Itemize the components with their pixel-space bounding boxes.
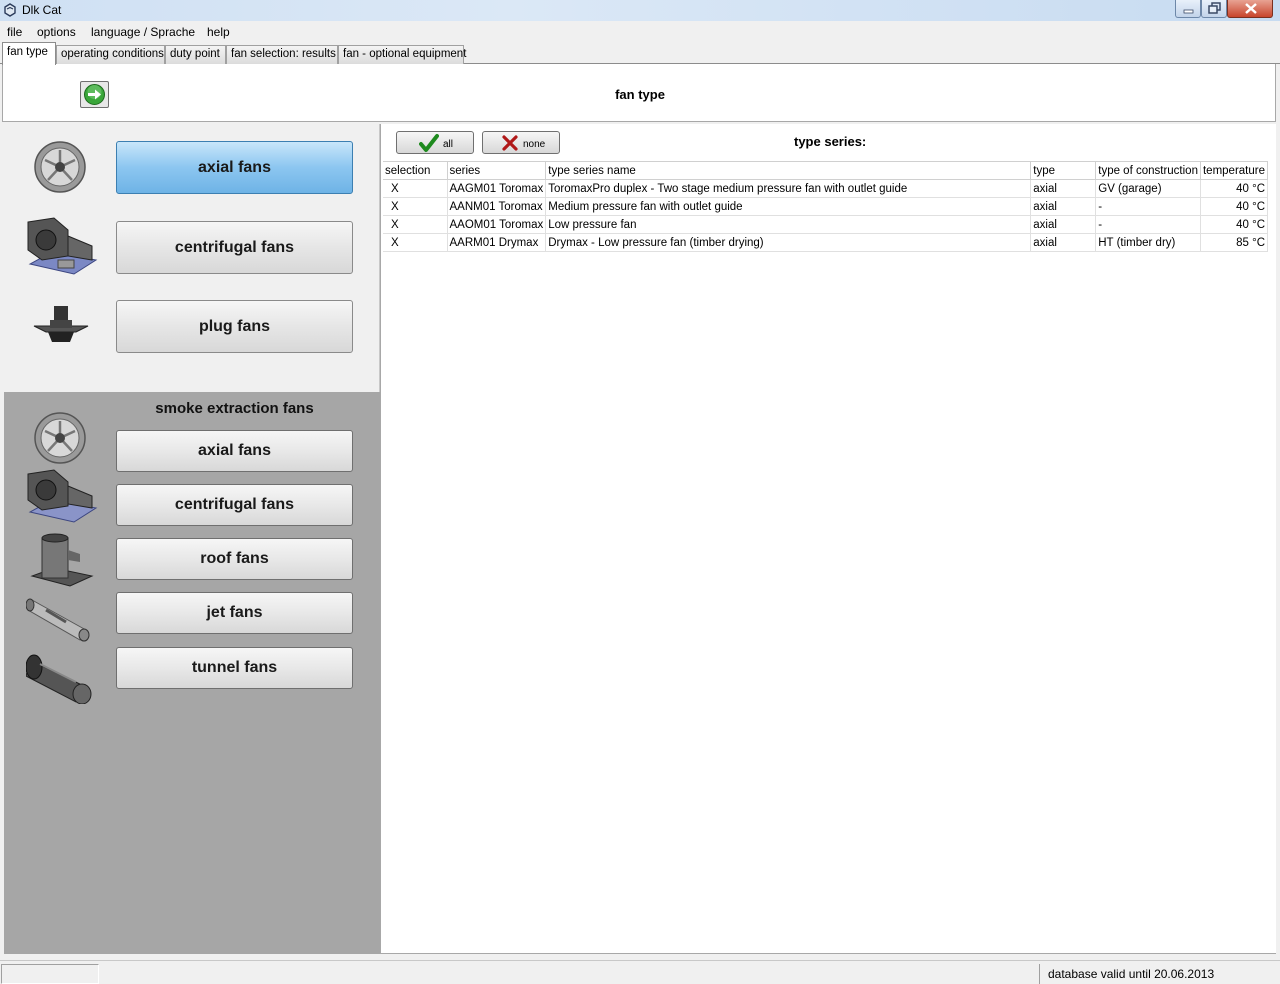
- tunnel-fan-icon: [26, 654, 92, 704]
- type-cell: axial: [1030, 233, 1097, 252]
- smoke-extraction-panel: smoke extraction fans axial fans centrif…: [4, 392, 380, 954]
- database-validity-status: database valid until 20.06.2013: [1039, 964, 1279, 984]
- type-cell: axial: [1030, 179, 1097, 198]
- minimize-icon: [1183, 9, 1194, 14]
- construction-cell: -: [1095, 197, 1201, 216]
- select-none-button[interactable]: none: [482, 131, 560, 154]
- restore-button[interactable]: [1201, 0, 1227, 18]
- smoke-centrifugal-fans-button[interactable]: centrifugal fans: [116, 484, 353, 526]
- status-panel-left: [1, 964, 99, 984]
- menu-options[interactable]: options: [37, 25, 76, 39]
- series-cell: AARM01 Drymax: [447, 233, 547, 252]
- cross-icon: [502, 135, 518, 151]
- checkmark-icon: [419, 134, 439, 152]
- plug-fan-icon: [33, 306, 89, 342]
- column-header-selection[interactable]: selection: [383, 161, 448, 180]
- type-cell: axial: [1030, 215, 1097, 234]
- tab-operating-conditions[interactable]: operating conditions: [56, 45, 165, 64]
- plug-fans-button[interactable]: plug fans: [116, 300, 353, 353]
- menu-language[interactable]: language / Sprache: [91, 25, 195, 39]
- select-all-label: all: [443, 139, 454, 150]
- series-cell: AAGM01 Toromax: [447, 179, 547, 198]
- tab-duty-point[interactable]: duty point: [165, 45, 226, 64]
- selection-cell[interactable]: X: [383, 215, 448, 234]
- type-series-name-cell: Medium pressure fan with outlet guide: [545, 197, 1032, 216]
- type-series-table: selection series type series name type t…: [383, 161, 1269, 252]
- roof-fan-icon: [30, 533, 94, 587]
- jet-fan-icon: [26, 598, 90, 642]
- minimize-button[interactable]: [1175, 0, 1201, 18]
- construction-cell: -: [1095, 215, 1201, 234]
- title-bar: Dlk Cat: [0, 0, 1280, 21]
- fan-type-panel: axial fans centrifugal fans plug fans: [4, 124, 380, 392]
- column-header-type[interactable]: type: [1030, 161, 1097, 180]
- smoke-axial-fan-icon: [34, 412, 86, 464]
- type-cell: axial: [1030, 197, 1097, 216]
- axial-fans-button[interactable]: axial fans: [116, 141, 353, 194]
- centrifugal-fan-icon: [27, 217, 98, 275]
- table-row[interactable]: X AANM01 Toromax Medium pressure fan wit…: [383, 197, 1269, 216]
- table-row[interactable]: X AARM01 Drymax Drymax - Low pressure fa…: [383, 233, 1269, 252]
- column-header-series[interactable]: series: [447, 161, 547, 180]
- type-series-label: type series:: [794, 134, 867, 149]
- temperature-cell: 40 °C: [1200, 215, 1269, 234]
- restore-icon: [1208, 2, 1221, 14]
- type-series-name-cell: Low pressure fan: [545, 215, 1032, 234]
- tab-optional-equipment[interactable]: fan - optional equipment: [338, 45, 466, 64]
- centrifugal-fans-button[interactable]: centrifugal fans: [116, 221, 353, 274]
- close-button[interactable]: [1227, 0, 1273, 18]
- type-series-name-cell: ToromaxPro duplex - Two stage medium pre…: [545, 179, 1032, 198]
- window-title: Dlk Cat: [22, 3, 62, 17]
- column-header-type-series-name[interactable]: type series name: [545, 161, 1032, 180]
- table-row[interactable]: X AAGM01 Toromax ToromaxPro duplex - Two…: [383, 179, 1269, 198]
- close-icon: [1245, 3, 1257, 14]
- table-row[interactable]: X AAOM01 Toromax Low pressure fan axial …: [383, 215, 1269, 234]
- status-bar: database valid until 20.06.2013: [0, 960, 1280, 984]
- smoke-axial-fans-button[interactable]: axial fans: [116, 430, 353, 472]
- series-cell: AAOM01 Toromax: [447, 215, 547, 234]
- smoke-centrifugal-fan-icon: [27, 469, 98, 523]
- app-icon: [4, 3, 16, 17]
- menu-help[interactable]: help: [207, 25, 230, 39]
- construction-cell: GV (garage): [1095, 179, 1201, 198]
- selection-cell[interactable]: X: [383, 179, 448, 198]
- header-panel: fan type: [2, 64, 1276, 122]
- column-header-construction[interactable]: type of construction: [1095, 161, 1201, 180]
- select-all-button[interactable]: all: [396, 131, 474, 154]
- selection-cell[interactable]: X: [383, 233, 448, 252]
- tab-fan-type[interactable]: fan type: [2, 42, 56, 65]
- jet-fans-button[interactable]: jet fans: [116, 592, 353, 634]
- series-cell: AANM01 Toromax: [447, 197, 547, 216]
- construction-cell: HT (timber dry): [1095, 233, 1201, 252]
- selection-cell[interactable]: X: [383, 197, 448, 216]
- type-series-panel: all none type series: selection series t…: [380, 124, 1276, 954]
- select-none-label: none: [523, 139, 546, 150]
- tab-fan-selection-results[interactable]: fan selection: results: [226, 45, 338, 64]
- tab-strip: fan type operating conditions duty point…: [0, 42, 1280, 65]
- menu-bar: file options language / Sprache help: [0, 21, 1280, 42]
- temperature-cell: 85 °C: [1200, 233, 1269, 252]
- temperature-cell: 40 °C: [1200, 197, 1269, 216]
- temperature-cell: 40 °C: [1200, 179, 1269, 198]
- page-title: fan type: [615, 87, 665, 102]
- type-series-name-cell: Drymax - Low pressure fan (timber drying…: [545, 233, 1032, 252]
- menu-file[interactable]: file: [7, 25, 22, 39]
- axial-fan-icon: [34, 141, 86, 193]
- roof-fans-button[interactable]: roof fans: [116, 538, 353, 580]
- tunnel-fans-button[interactable]: tunnel fans: [116, 647, 353, 689]
- table-header-row: selection series type series name type t…: [383, 161, 1269, 180]
- smoke-extraction-title: smoke extraction fans: [155, 400, 314, 417]
- column-header-temperature[interactable]: temperature: [1200, 161, 1269, 180]
